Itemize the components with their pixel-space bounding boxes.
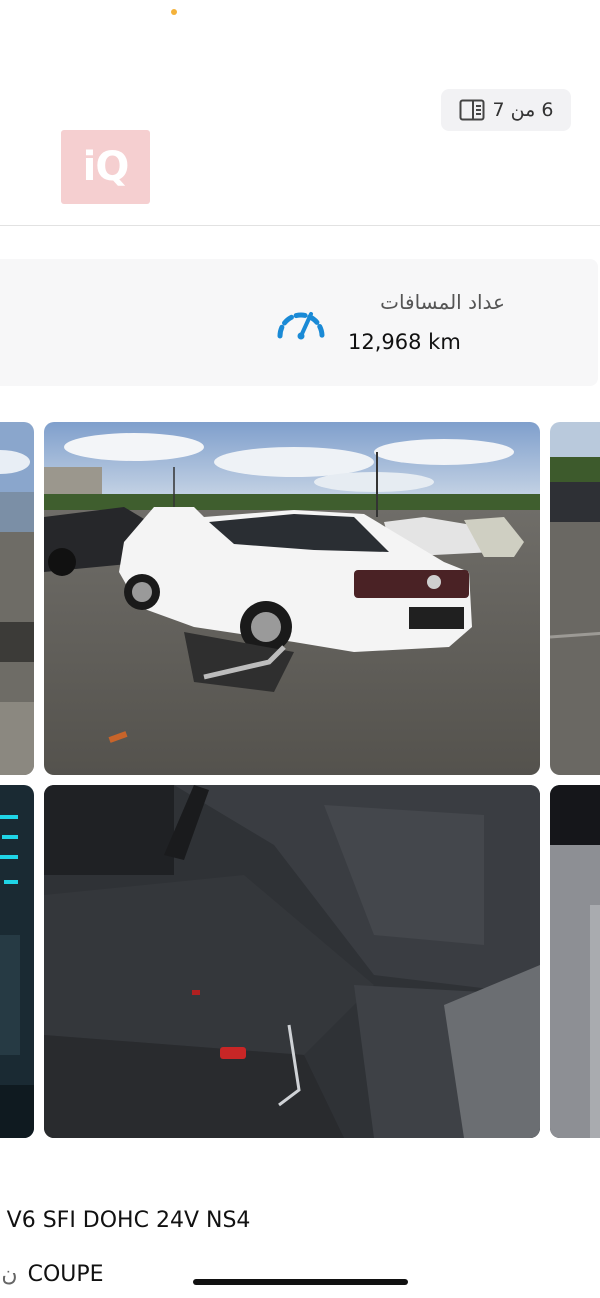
gallery-image-car-right-partial[interactable] xyxy=(550,422,600,775)
vehicle-engine-spec: /L V6 SFI DOHC 24V NS4 xyxy=(0,1208,251,1233)
app-logo: iQ xyxy=(61,130,150,204)
body-type-label: :ن xyxy=(0,1262,18,1287)
image-page-counter-button[interactable]: 6 من 7 xyxy=(441,89,571,131)
body-type-value: COUPE xyxy=(27,1262,104,1287)
logo-text: iQ xyxy=(82,144,130,190)
status-dot xyxy=(171,9,177,15)
speedometer-icon xyxy=(277,312,325,340)
gallery-image-car-rear-damaged[interactable] xyxy=(44,422,540,775)
gallery-image-dashboard-partial[interactable] xyxy=(0,785,34,1138)
vehicle-body-row: :ن COUPE xyxy=(0,1262,104,1287)
gallery-image-rear-seat[interactable] xyxy=(44,785,540,1138)
odometer-value: 12,968 km xyxy=(348,330,461,354)
header-divider xyxy=(0,225,600,226)
gallery-image-interior-right-partial[interactable] xyxy=(550,785,600,1138)
odometer-label: عداد المسافات xyxy=(380,290,505,314)
gallery-image-car-left-partial[interactable] xyxy=(0,422,34,775)
home-indicator[interactable] xyxy=(193,1279,408,1285)
page-counter-text: 6 من 7 xyxy=(492,99,554,121)
gallery-view-icon xyxy=(459,99,485,121)
